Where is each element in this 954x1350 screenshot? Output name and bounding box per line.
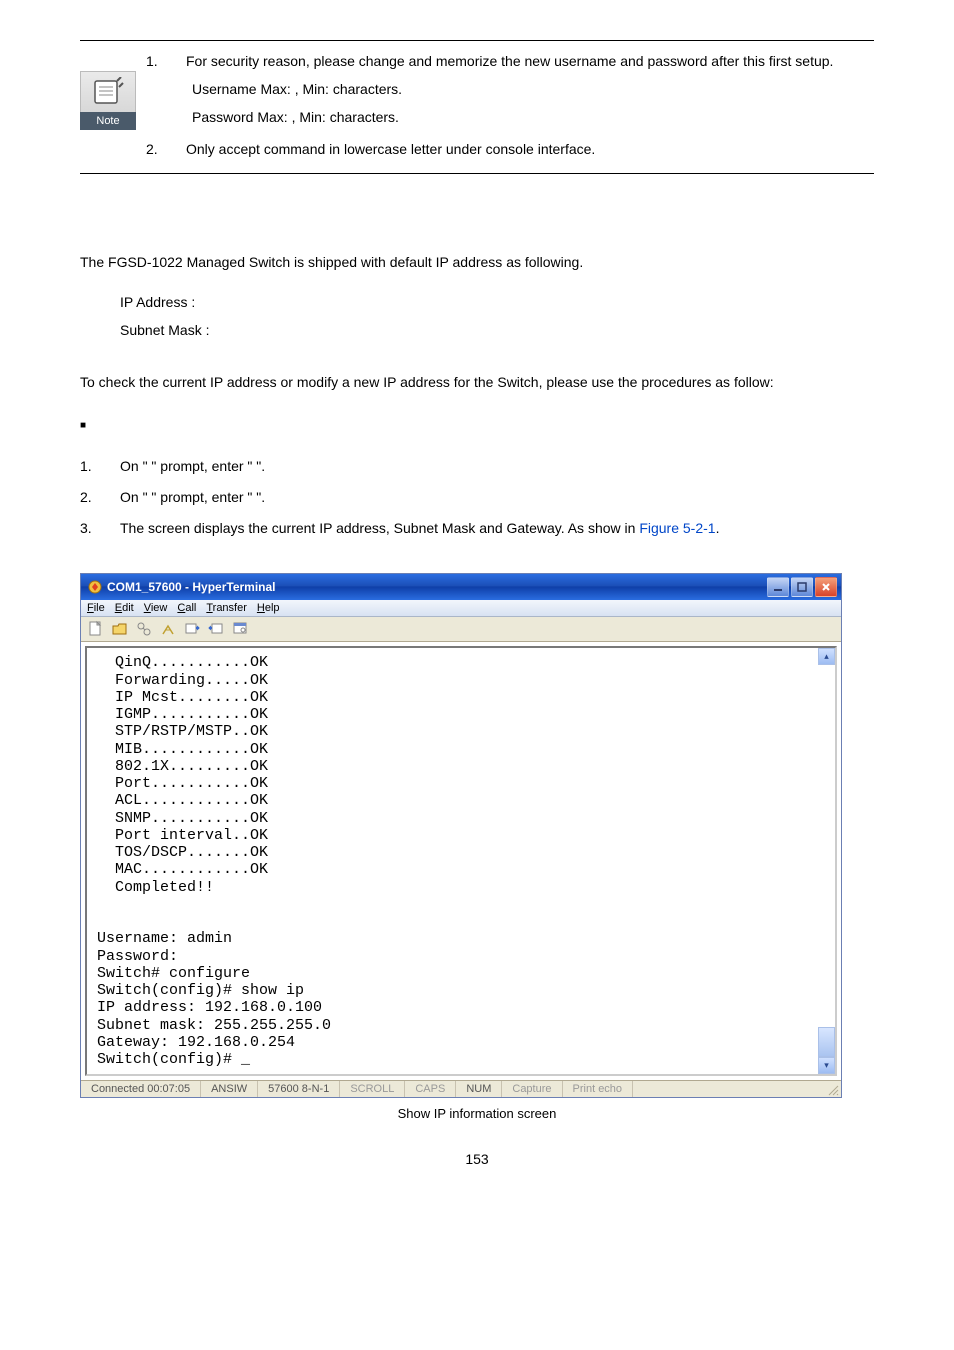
notepad-icon [91,77,125,107]
menu-call[interactable]: Call [177,602,196,614]
square-bullet-icon: ■ [80,420,86,431]
menu-bar: File Edit View Call Transfer Help [81,600,841,617]
procedure-intro: To check the current IP address or modif… [80,374,874,390]
note-item-number: 2. [146,135,186,163]
app-icon [87,579,103,595]
maximize-button[interactable] [791,577,813,597]
terminal-output: QinQ...........OK Forwarding.....OK IP M… [87,648,818,1074]
close-button[interactable] [815,577,837,597]
intro-paragraph: The FGSD-1022 Managed Switch is shipped … [80,254,874,270]
menu-file[interactable]: File [87,602,105,614]
step-number: 3. [80,513,120,544]
note-item-text: Only accept command in lowercase letter … [186,135,595,163]
note-label: Note [80,112,136,130]
note-item-sub: Username Max: , Min: characters. [192,75,833,103]
status-printecho: Print echo [563,1081,634,1097]
figure-caption: Show IP information screen [80,1106,874,1121]
menu-help[interactable]: Help [257,602,280,614]
figure-link[interactable]: Figure 5-2-1 [639,520,715,536]
properties-icon[interactable] [231,620,249,638]
disconnect-icon[interactable] [159,620,177,638]
scroll-thumb[interactable] [818,1027,835,1057]
step-text-suffix: . [716,520,720,536]
new-icon[interactable] [87,620,105,638]
receive-icon[interactable] [207,620,225,638]
minimize-button[interactable] [767,577,789,597]
page-number: 153 [80,1151,874,1167]
step-text-prefix: The screen displays the current IP addre… [120,520,639,536]
menu-transfer[interactable]: Transfer [206,602,247,614]
bullet-heading: ■ [80,420,874,431]
steps-list: 1. On " " prompt, enter " ". 2. On " " p… [80,451,874,543]
step-number: 1. [80,451,120,482]
terminal-area[interactable]: ▴ QinQ...........OK Forwarding.....OK IP… [85,646,837,1076]
step-number: 2. [80,482,120,513]
ip-address-line: IP Address : [120,288,874,316]
step-text: The screen displays the current IP addre… [120,513,719,544]
note-icon: Note [80,71,136,130]
note-item-sub: Password Max: , Min: characters. [192,103,833,131]
status-num: NUM [456,1081,502,1097]
status-caps: CAPS [405,1081,456,1097]
default-ip-block: IP Address : Subnet Mask : [120,288,874,344]
scroll-down-button[interactable]: ▾ [818,1057,835,1074]
window-titlebar[interactable]: COM1_57600 - HyperTerminal [81,574,841,600]
subnet-mask-line: Subnet Mask : [120,316,874,344]
status-settings: 57600 8-N-1 [258,1081,340,1097]
note-item-text: For security reason, please change and m… [186,47,833,75]
scroll-up-button[interactable]: ▴ [818,648,835,665]
status-emulation: ANSIW [201,1081,258,1097]
toolbar [81,617,841,642]
status-connected: Connected 00:07:05 [81,1081,201,1097]
connect-icon[interactable] [135,620,153,638]
menu-view[interactable]: View [144,602,168,614]
open-icon[interactable] [111,620,129,638]
status-bar: Connected 00:07:05 ANSIW 57600 8-N-1 SCR… [81,1080,841,1097]
status-scroll: SCROLL [340,1081,405,1097]
resize-grip-icon[interactable] [823,1081,841,1097]
step-text: On " " prompt, enter " ". [120,482,265,513]
status-capture: Capture [502,1081,562,1097]
send-icon[interactable] [183,620,201,638]
hyperterminal-window: COM1_57600 - HyperTerminal File Edit Vie… [80,573,842,1098]
note-block: Note 1. For security reason, please chan… [80,40,874,174]
window-title: COM1_57600 - HyperTerminal [107,580,765,594]
step-text: On " " prompt, enter " ". [120,451,265,482]
note-item-number: 1. [146,47,186,131]
menu-edit[interactable]: Edit [115,602,134,614]
